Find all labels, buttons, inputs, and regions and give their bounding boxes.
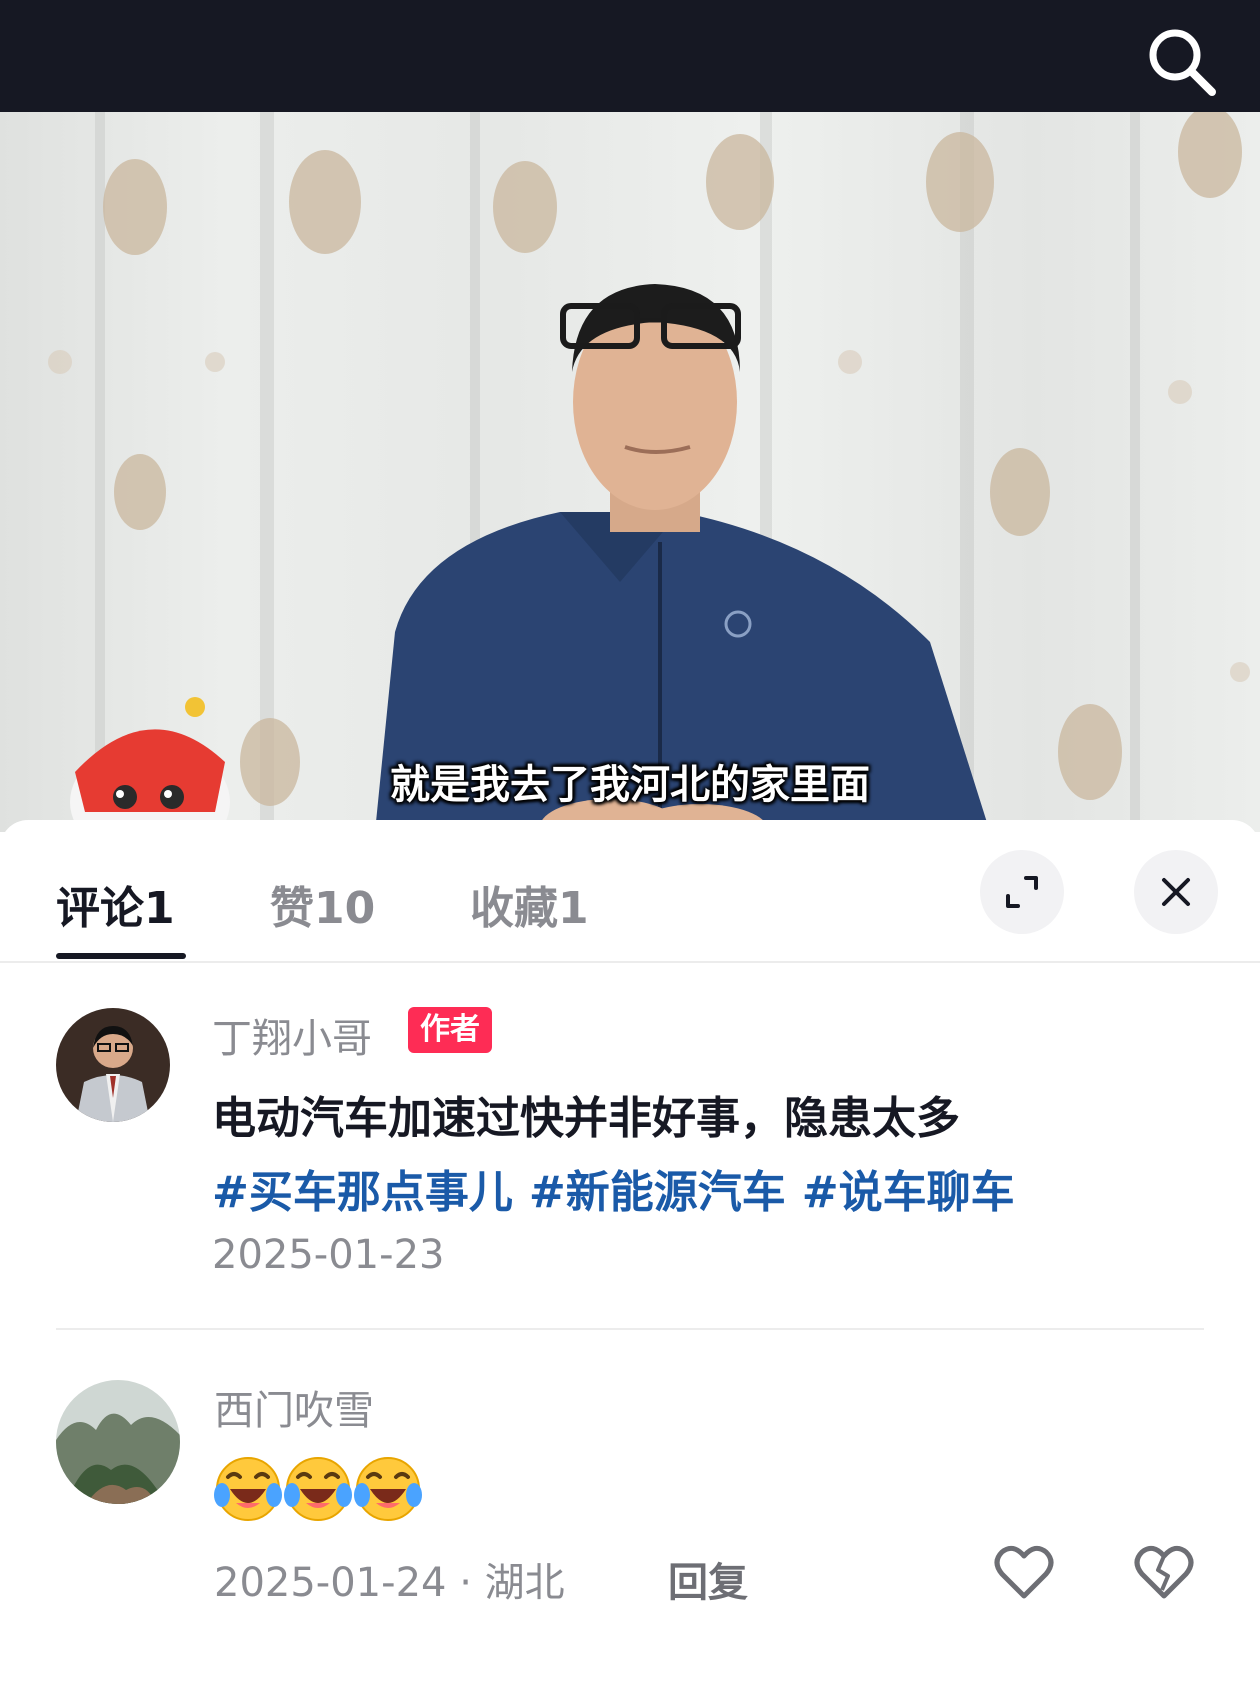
- tab-likes-label: 赞: [270, 883, 314, 934]
- laughing-crying-emoji: [214, 1457, 282, 1521]
- comment-date: 2025-01-23: [212, 1232, 445, 1278]
- expand-button[interactable]: [980, 850, 1064, 934]
- tab-favorites[interactable]: 收藏1: [470, 872, 589, 936]
- meta-separator: ·: [459, 1560, 472, 1606]
- top-bar: [0, 0, 1260, 112]
- expand-icon: [1006, 876, 1038, 908]
- close-button[interactable]: [1134, 850, 1218, 934]
- video-player[interactable]: 就是我去了我河北的家里面: [0, 112, 1260, 832]
- broken-heart-icon[interactable]: [1134, 1544, 1194, 1600]
- tab-likes[interactable]: 赞10: [270, 872, 375, 936]
- tab-likes-count: 10: [314, 883, 376, 934]
- video-subtitle: 就是我去了我河北的家里面: [390, 762, 870, 808]
- active-tab-indicator: [56, 953, 186, 959]
- author-badge: 作者: [408, 1007, 492, 1053]
- comment-date: 2025-01-24: [214, 1560, 447, 1606]
- hashtag-link[interactable]: #新能源汽车: [529, 1167, 786, 1218]
- tab-comments-label: 评论: [56, 883, 144, 934]
- comment-username[interactable]: 西门吹雪: [214, 1378, 374, 1436]
- comment-location: 湖北: [484, 1560, 565, 1606]
- avatar[interactable]: [56, 1008, 170, 1122]
- comment-text: 电动汽车加速过快并非好事，隐患太多: [212, 1093, 960, 1144]
- heart-icon[interactable]: [994, 1544, 1054, 1600]
- user-avatar-image: [56, 1380, 180, 1504]
- hashtag-list: #买车那点事儿 #新能源汽车 #说车聊车: [212, 1156, 1031, 1220]
- presenter: [375, 284, 990, 832]
- hashtag-link[interactable]: #说车聊车: [802, 1167, 1015, 1218]
- comment-meta: 2025-01-24 · 湖北: [214, 1550, 565, 1608]
- reply-button[interactable]: 回复: [668, 1550, 748, 1608]
- laughing-crying-emoji: [354, 1457, 422, 1521]
- comment-username[interactable]: 丁翔小哥: [212, 1006, 372, 1064]
- comment-divider: [56, 1328, 1204, 1330]
- avatar[interactable]: [56, 1380, 180, 1504]
- tabs-divider: [0, 961, 1260, 963]
- emoji-row: [214, 1455, 424, 1525]
- hashtag-link[interactable]: #买车那点事儿: [212, 1167, 513, 1218]
- laughing-crying-emoji: [284, 1457, 352, 1521]
- comment-sheet: 评论1 赞10 收藏1 丁翔小哥 作者 电动汽车加速过快并非好事，隐患太多 #买…: [0, 820, 1260, 1690]
- author-avatar-image: [56, 1008, 170, 1122]
- search-icon[interactable]: [1142, 22, 1222, 102]
- video-frame: [48, 112, 1250, 832]
- tab-comments-count: 1: [144, 883, 175, 934]
- tab-favorites-label: 收藏: [470, 883, 558, 934]
- tab-comments[interactable]: 评论1: [56, 872, 175, 936]
- close-icon: [1162, 878, 1190, 906]
- tab-favorites-count: 1: [558, 883, 589, 934]
